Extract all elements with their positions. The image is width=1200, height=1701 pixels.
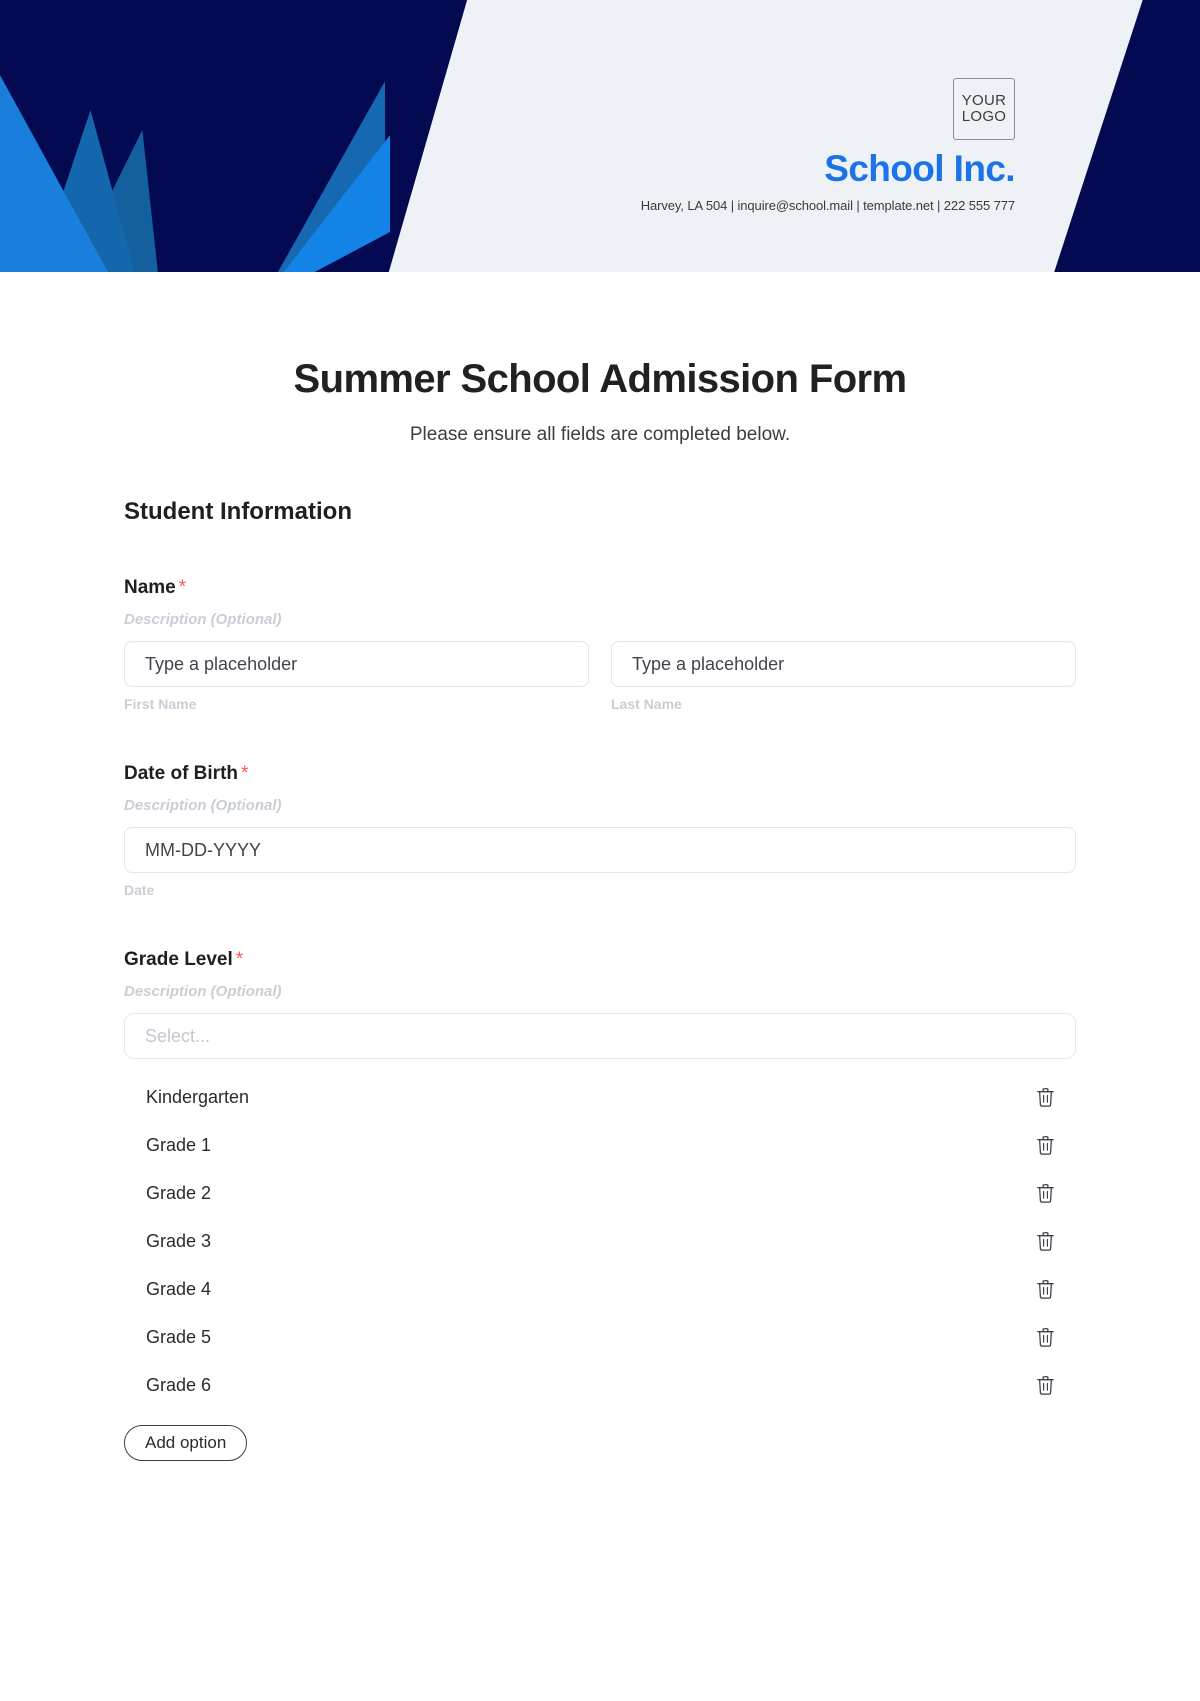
logo-line-2: LOGO bbox=[961, 108, 1007, 125]
grade-option-row[interactable]: Grade 6 bbox=[124, 1361, 1076, 1409]
header-navy-right-shape bbox=[1050, 0, 1200, 272]
dob-sublabel: Date bbox=[124, 882, 155, 898]
grade-level-select[interactable]: Select... bbox=[124, 1013, 1076, 1059]
last-name-sublabel: Last Name bbox=[611, 696, 682, 712]
trash-icon[interactable] bbox=[1035, 1278, 1056, 1301]
first-name-sublabel: First Name bbox=[124, 696, 197, 712]
page-title: Summer School Admission Form bbox=[293, 357, 908, 401]
page-header: YOUR LOGO School Inc. Harvey, LA 504 | i… bbox=[0, 0, 1200, 272]
last-name-input[interactable]: Type a placeholder bbox=[611, 641, 1076, 687]
field-name: Name * Description (Optional) Type a plac… bbox=[124, 577, 1076, 712]
logo-placeholder: YOUR LOGO bbox=[953, 78, 1015, 140]
trash-icon[interactable] bbox=[1035, 1182, 1056, 1205]
logo-line-1: YOUR bbox=[961, 92, 1007, 110]
first-name-input[interactable]: Type a placeholder bbox=[124, 641, 589, 687]
required-asterisk: * bbox=[241, 763, 249, 784]
add-option-button[interactable]: Add option bbox=[124, 1425, 248, 1461]
field-grade-level: Grade Level * Description (Optional) Sele… bbox=[124, 949, 1076, 1461]
grade-option-row[interactable]: Grade 3 bbox=[124, 1217, 1076, 1265]
field-grade-label-text: Grade Level bbox=[124, 949, 233, 970]
trash-icon[interactable] bbox=[1035, 1374, 1056, 1397]
grade-option-row[interactable]: Grade 4 bbox=[124, 1265, 1076, 1313]
form-page: Summer School Admission Form Please ensu… bbox=[0, 357, 1200, 1461]
grade-option-label: Grade 3 bbox=[146, 1230, 212, 1251]
name-sublabel-row: First Name Last Name bbox=[124, 696, 1076, 712]
grade-option-label: Grade 4 bbox=[146, 1278, 212, 1299]
field-dob-description: Description (Optional) bbox=[124, 797, 282, 814]
field-name-label: Name * bbox=[124, 577, 1076, 599]
grade-option-label: Grade 5 bbox=[146, 1326, 212, 1347]
dob-sublabel-row: Date bbox=[124, 882, 1076, 898]
grade-option-label: Grade 1 bbox=[146, 1134, 212, 1155]
grade-option-row[interactable]: Kindergarten bbox=[124, 1073, 1076, 1121]
required-asterisk: * bbox=[178, 577, 187, 598]
field-date-of-birth: Date of Birth * Description (Optional) MM… bbox=[124, 763, 1076, 898]
field-grade-label: Grade Level * bbox=[124, 949, 1076, 971]
grade-option-label: Grade 6 bbox=[146, 1374, 212, 1395]
trash-icon[interactable] bbox=[1035, 1134, 1056, 1157]
grade-options-list: Kindergarten Grade 1 Grade 2 Grade 3 Grade 4… bbox=[124, 1073, 1076, 1409]
brand-name: School Inc. bbox=[824, 148, 1015, 189]
grade-option-row[interactable]: Grade 1 bbox=[124, 1121, 1076, 1169]
grade-option-label: Kindergarten bbox=[146, 1086, 250, 1107]
name-input-row: Type a placeholder Type a placeholder bbox=[124, 641, 1076, 687]
trash-icon[interactable] bbox=[1035, 1086, 1056, 1109]
trash-icon[interactable] bbox=[1035, 1230, 1056, 1253]
field-name-description: Description (Optional) bbox=[124, 611, 282, 628]
grade-option-row[interactable]: Grade 5 bbox=[124, 1313, 1076, 1361]
dob-input[interactable]: MM-DD-YYYY bbox=[124, 827, 1076, 873]
section-title-student-information: Student Information bbox=[124, 498, 352, 525]
dob-input-row: MM-DD-YYYY bbox=[124, 827, 1076, 873]
field-name-label-text: Name bbox=[124, 577, 176, 598]
required-asterisk: * bbox=[235, 949, 244, 970]
field-dob-label-text: Date of Birth bbox=[124, 763, 238, 784]
trash-icon[interactable] bbox=[1035, 1326, 1056, 1349]
grade-option-row[interactable]: Grade 2 bbox=[124, 1169, 1076, 1217]
grade-option-label: Grade 2 bbox=[146, 1182, 212, 1203]
brand-contact-line: Harvey, LA 504 | inquire@school.mail | t… bbox=[640, 198, 1015, 213]
field-grade-description: Description (Optional) bbox=[124, 983, 282, 1000]
brand-block: YOUR LOGO School Inc. Harvey, LA 504 | i… bbox=[495, 78, 1016, 213]
page-subtitle: Please ensure all fields are completed b… bbox=[409, 424, 791, 445]
field-dob-label: Date of Birth * bbox=[124, 763, 1076, 785]
